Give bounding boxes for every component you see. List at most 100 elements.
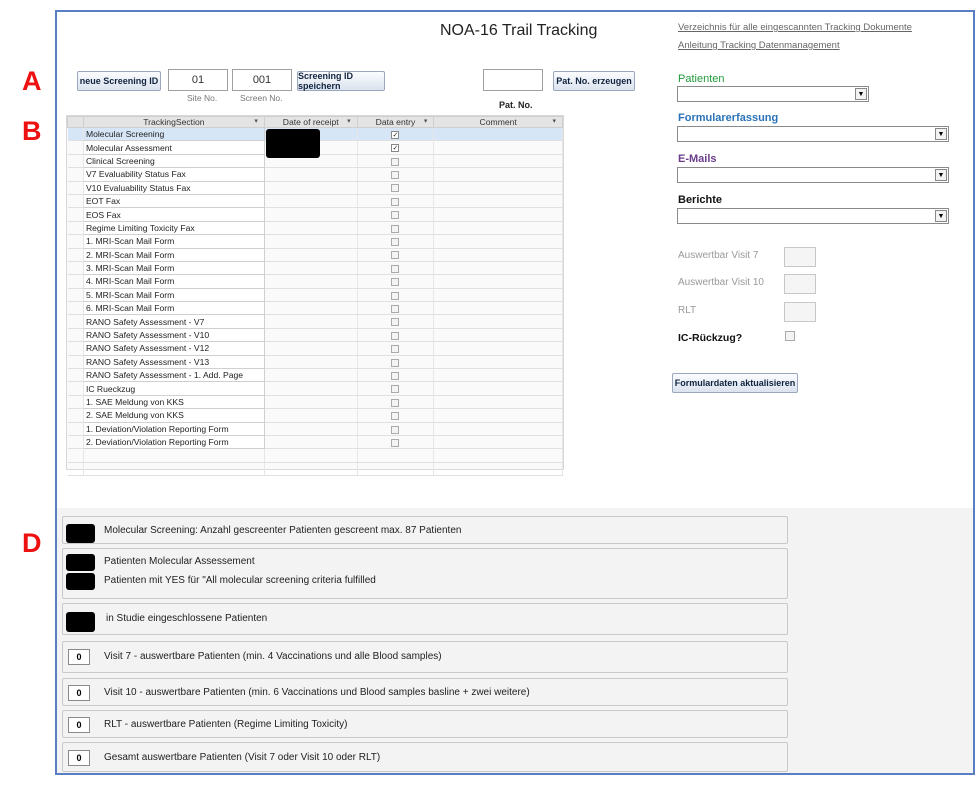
comment-cell[interactable]	[433, 314, 563, 329]
comment-cell[interactable]	[433, 207, 563, 222]
date-of-receipt-cell[interactable]	[264, 221, 358, 236]
date-of-receipt-cell[interactable]	[264, 167, 358, 182]
comment-cell[interactable]	[433, 234, 563, 249]
row-selector[interactable]	[67, 395, 84, 410]
data-entry-checkbox[interactable]	[391, 412, 400, 421]
comment-cell[interactable]	[433, 167, 563, 182]
site-no-field[interactable]: 01	[168, 69, 228, 91]
table-row[interactable]: IC Rueckzug	[67, 381, 563, 396]
row-selector[interactable]	[67, 234, 84, 249]
row-selector[interactable]	[67, 154, 84, 169]
date-of-receipt-cell[interactable]	[264, 234, 358, 249]
table-row[interactable]: 1. MRI-Scan Mail Form	[67, 234, 563, 249]
row-selector[interactable]	[67, 328, 84, 343]
date-of-receipt-cell[interactable]	[264, 408, 358, 423]
data-entry-checkbox[interactable]	[391, 385, 400, 394]
data-entry-cell[interactable]	[357, 248, 435, 262]
table-row[interactable]: EOS Fax	[67, 207, 563, 222]
data-entry-checkbox[interactable]	[391, 251, 400, 260]
tracking-section-cell[interactable]: 5. MRI-Scan Mail Form	[82, 287, 265, 303]
comment-cell[interactable]	[433, 395, 563, 410]
table-row[interactable]: 2. Deviation/Violation Reporting Form	[67, 434, 563, 450]
new-screening-id-button[interactable]: neue Screening ID	[77, 71, 161, 91]
row-selector[interactable]	[67, 194, 84, 209]
tracking-section-cell[interactable]: IC Rueckzug	[82, 381, 265, 396]
data-entry-cell[interactable]	[357, 368, 435, 383]
row-selector[interactable]	[67, 221, 84, 236]
table-row[interactable]: 1. Deviation/Violation Reporting Form	[67, 421, 563, 436]
chevron-down-icon[interactable]: ▼	[935, 210, 947, 222]
col-header-trackingsection[interactable]: TrackingSection ▾	[82, 116, 265, 128]
table-row[interactable]: Regime Limiting Toxicity Fax	[67, 220, 563, 236]
date-of-receipt-cell[interactable]	[264, 301, 358, 316]
date-of-receipt-cell[interactable]	[264, 274, 358, 289]
table-row[interactable]: RANO Safety Assessment - V10	[67, 327, 563, 343]
tracking-section-cell[interactable]: 1. MRI-Scan Mail Form	[82, 234, 265, 249]
data-entry-checkbox[interactable]	[391, 197, 400, 206]
data-entry-checkbox[interactable]	[391, 318, 400, 327]
data-entry-cell[interactable]	[357, 341, 435, 356]
data-entry-cell[interactable]	[357, 408, 435, 423]
tracking-section-cell[interactable]: Regime Limiting Toxicity Fax	[82, 220, 265, 236]
table-row[interactable]: RANO Safety Assessment - V13	[67, 354, 563, 370]
comment-cell[interactable]	[433, 274, 563, 289]
row-selector[interactable]	[67, 341, 84, 356]
data-entry-cell[interactable]	[357, 234, 435, 249]
comment-cell[interactable]	[433, 301, 563, 316]
comment-cell[interactable]	[433, 381, 563, 396]
data-entry-checkbox[interactable]	[391, 171, 400, 180]
table-row[interactable]: V10 Evaluability Status Fax	[67, 180, 563, 195]
comment-cell[interactable]	[433, 408, 563, 423]
data-entry-cell[interactable]	[357, 422, 435, 436]
col-header-comment[interactable]: Comment ▾	[433, 116, 563, 128]
comment-cell[interactable]	[433, 221, 563, 236]
data-entry-cell[interactable]	[357, 221, 435, 236]
date-of-receipt-cell[interactable]	[264, 341, 358, 356]
data-entry-cell[interactable]	[357, 274, 435, 289]
table-row[interactable]: 2. SAE Meldung von KKS	[67, 408, 563, 423]
row-selector[interactable]	[67, 248, 84, 262]
data-entry-checkbox[interactable]	[391, 224, 400, 233]
tracking-section-cell[interactable]: 3. MRI-Scan Mail Form	[82, 260, 265, 276]
row-selector[interactable]	[67, 314, 84, 329]
patienten-combobox[interactable]: ▼	[677, 86, 869, 102]
row-selector[interactable]	[67, 261, 84, 276]
data-entry-checkbox[interactable]	[391, 264, 400, 273]
comment-cell[interactable]	[433, 140, 563, 155]
row-selector[interactable]	[67, 181, 84, 195]
data-entry-cell[interactable]	[357, 288, 435, 303]
date-of-receipt-cell[interactable]	[264, 248, 358, 262]
row-selector[interactable]	[67, 167, 84, 182]
comment-cell[interactable]	[433, 181, 563, 195]
data-entry-checkbox[interactable]	[391, 345, 400, 354]
table-row[interactable]: RANO Safety Assessment - 1. Add. Page	[67, 368, 563, 383]
row-selector[interactable]	[67, 422, 84, 436]
comment-cell[interactable]	[433, 261, 563, 276]
data-entry-cell[interactable]	[357, 301, 435, 316]
table-row[interactable]: EOT Fax	[67, 193, 563, 209]
row-selector[interactable]	[67, 127, 84, 142]
data-entry-cell[interactable]	[357, 395, 435, 410]
save-screening-id-button[interactable]: Screening ID speichern	[297, 71, 385, 91]
data-entry-checkbox[interactable]	[391, 425, 400, 434]
data-entry-cell[interactable]	[357, 314, 435, 329]
data-entry-cell[interactable]	[357, 167, 435, 182]
date-of-receipt-cell[interactable]	[264, 422, 358, 436]
tracking-section-cell[interactable]: Molecular Assessment	[82, 140, 265, 155]
comment-cell[interactable]	[433, 341, 563, 356]
date-of-receipt-cell[interactable]	[264, 288, 358, 303]
tracking-section-cell[interactable]: V10 Evaluability Status Fax	[82, 180, 265, 195]
berichte-combobox[interactable]: ▼	[677, 208, 949, 224]
comment-cell[interactable]	[433, 422, 563, 436]
chevron-down-icon[interactable]: ▼	[935, 169, 947, 181]
data-entry-checkbox[interactable]	[391, 238, 400, 247]
data-entry-checkbox[interactable]: ✓	[391, 144, 400, 153]
date-of-receipt-cell[interactable]	[264, 261, 358, 276]
row-selector[interactable]	[67, 274, 84, 289]
tracking-section-cell[interactable]: 6. MRI-Scan Mail Form	[82, 301, 265, 316]
data-entry-checkbox[interactable]	[391, 331, 400, 340]
tracking-section-cell[interactable]: Molecular Screening	[82, 126, 265, 142]
row-selector[interactable]	[67, 355, 84, 370]
comment-cell[interactable]	[433, 328, 563, 343]
data-entry-cell[interactable]	[357, 435, 435, 450]
